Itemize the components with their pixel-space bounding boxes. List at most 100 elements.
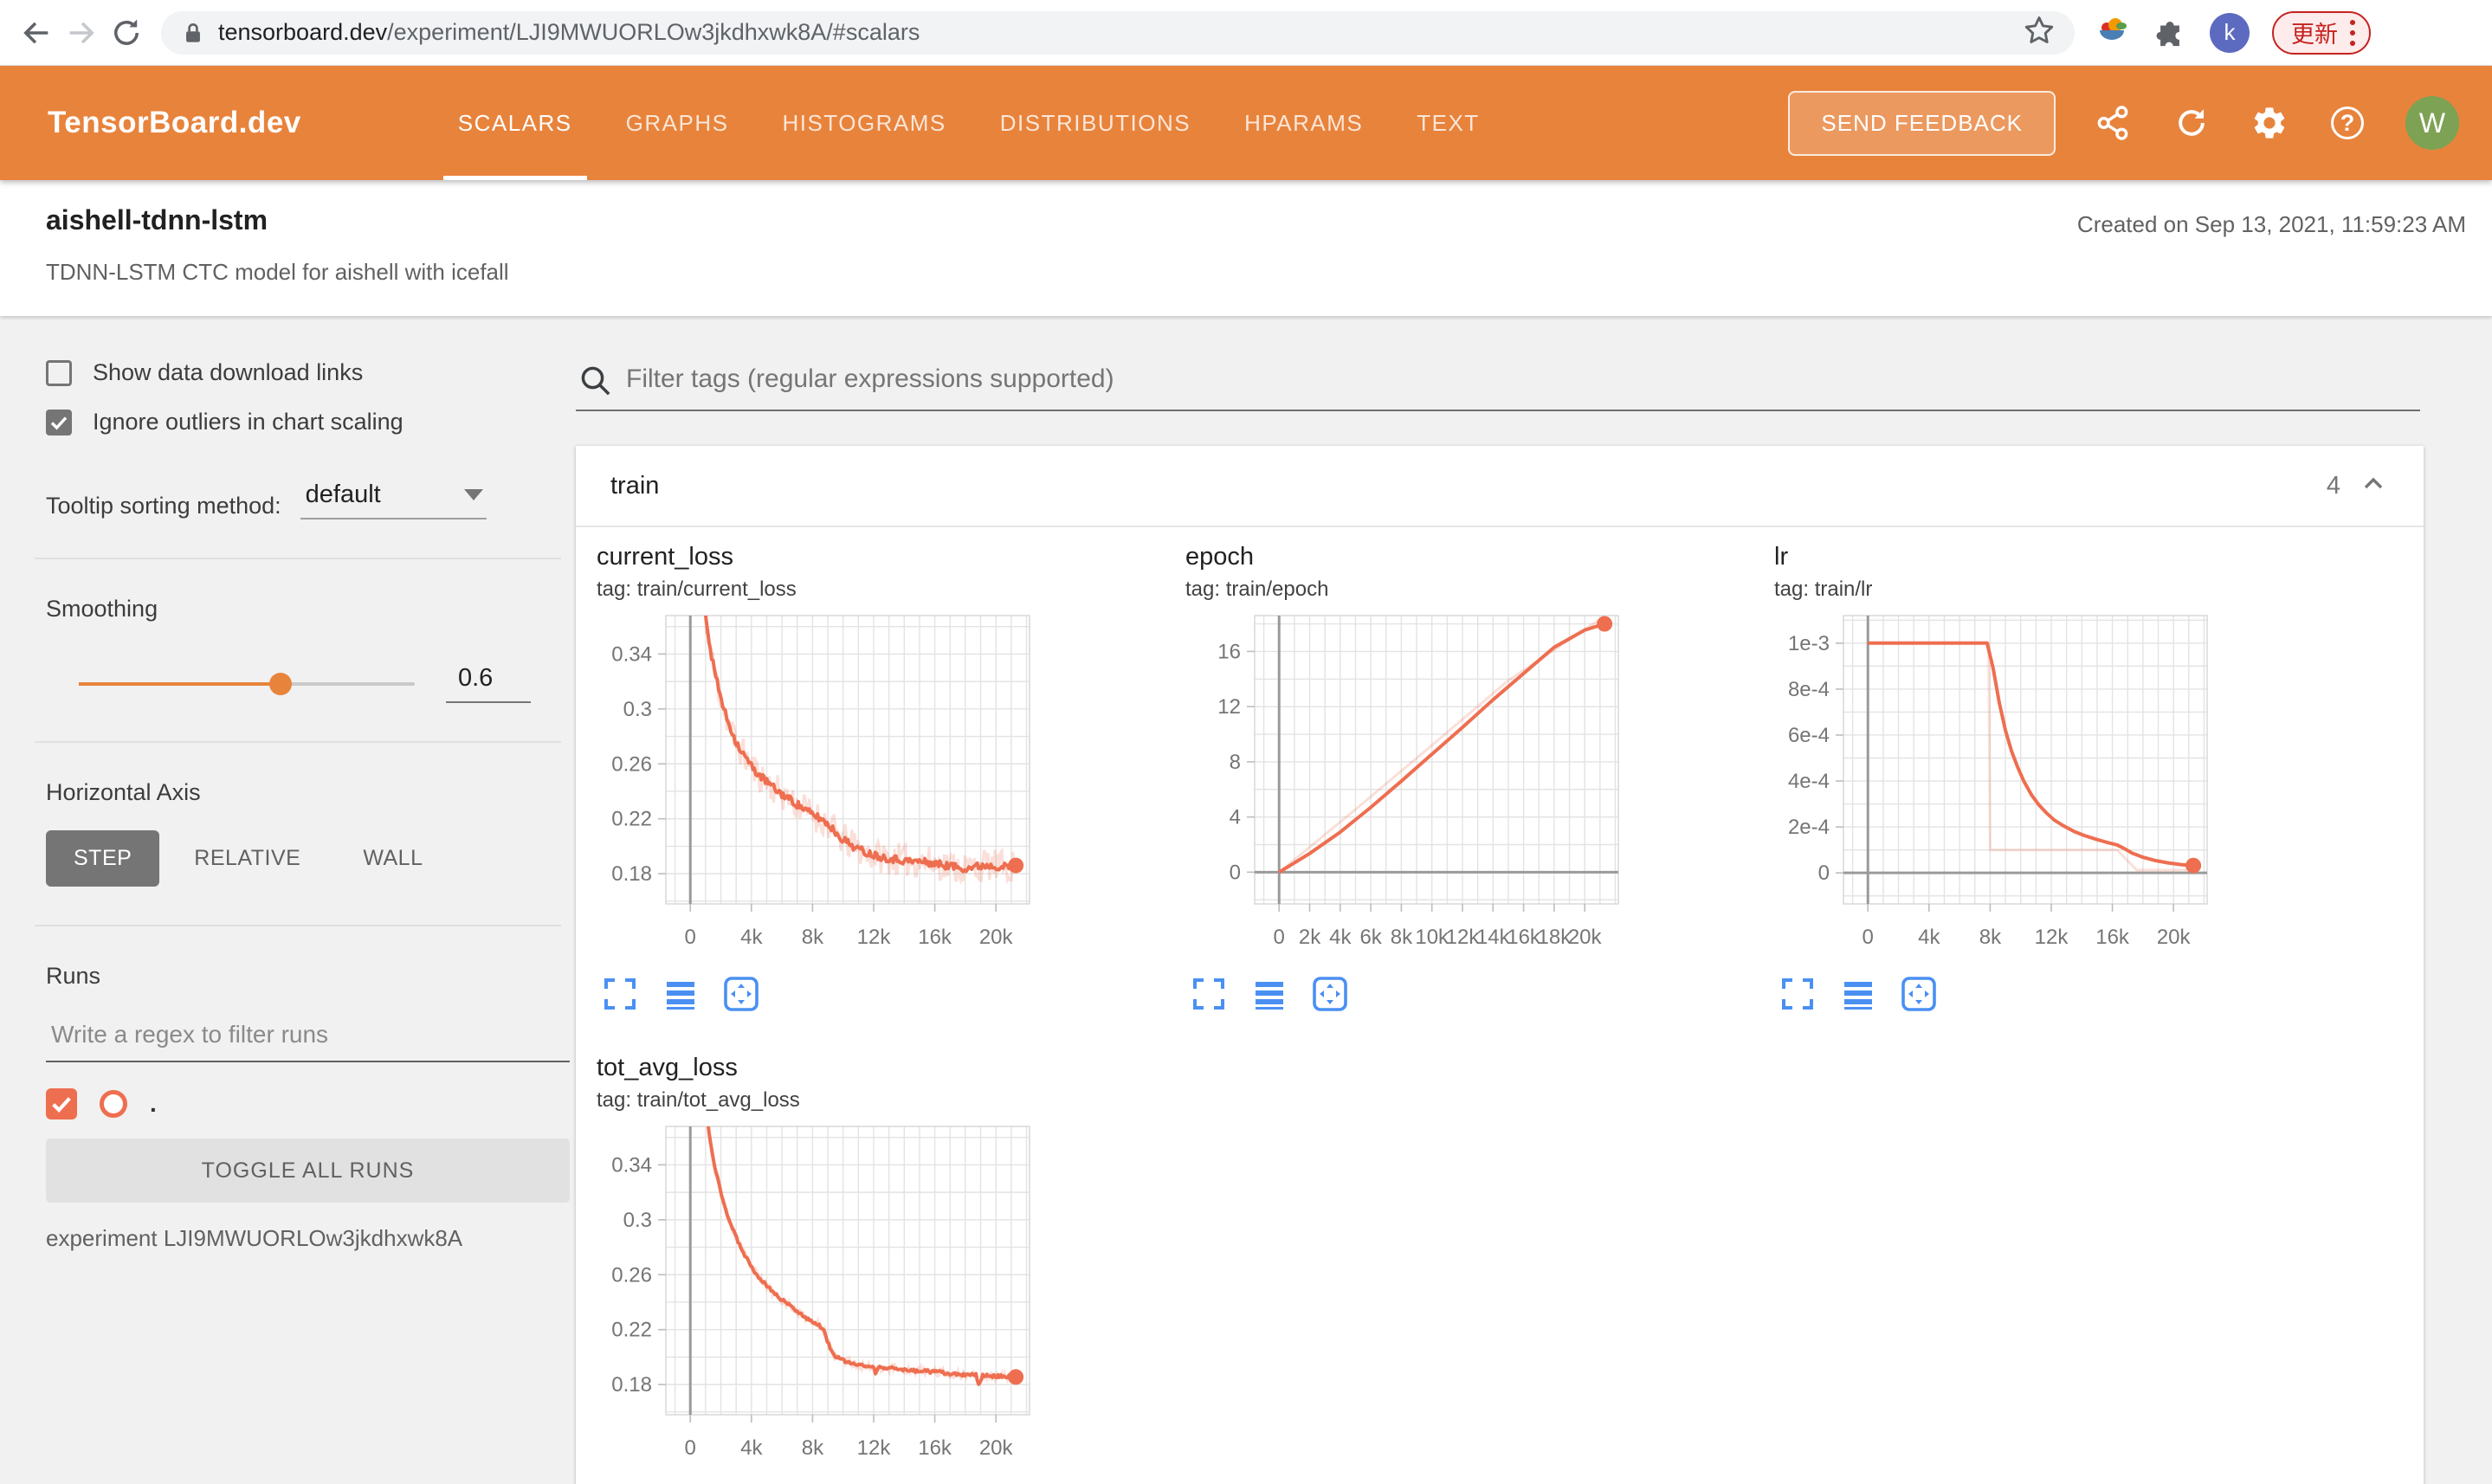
svg-text:16k: 16k <box>2095 926 2130 949</box>
tab-distributions[interactable]: DISTRIBUTIONS <box>973 66 1217 180</box>
chart-canvas[interactable]: 0 4 8 12 16 0 2k 4k 6k 8k 10k12k14k16k18k20k <box>1185 610 1670 967</box>
browser-menu-icon[interactable] <box>2350 19 2355 46</box>
tooltip-sorting-label: Tooltip sorting method: <box>46 493 281 519</box>
filter-tags-input[interactable] <box>576 358 2420 411</box>
runs-label: Runs <box>46 963 101 989</box>
show-download-links-checkbox[interactable] <box>46 359 72 386</box>
chart-epoch: epoch tag: train/epoch 0 4 8 12 16 0 2k 4k 6k 8k 1… <box>1185 543 1774 1014</box>
tab-graphs[interactable]: GRAPHS <box>599 66 756 180</box>
svg-text:0: 0 <box>1818 861 1830 885</box>
share-icon[interactable] <box>2094 103 2134 143</box>
run-color-swatch[interactable] <box>100 1090 127 1118</box>
axis-step-button[interactable]: STEP <box>46 830 160 887</box>
chart-canvas[interactable]: 0 2e-4 4e-4 6e-4 8e-4 1e-3 0 4k 8k 12k 16k 20k <box>1774 610 2259 967</box>
search-icon <box>578 363 614 403</box>
log-scale-icon[interactable] <box>661 974 700 1014</box>
expand-chart-icon[interactable] <box>1189 974 1229 1014</box>
tab-histograms[interactable]: HISTOGRAMS <box>755 66 972 180</box>
fit-domain-icon[interactable] <box>1310 974 1350 1014</box>
run-name: . <box>150 1090 157 1117</box>
toggle-all-runs-button[interactable]: TOGGLE ALL RUNS <box>46 1139 570 1203</box>
svg-text:16k: 16k <box>1507 926 1541 949</box>
expand-chart-icon[interactable] <box>1778 974 1817 1014</box>
log-scale-icon[interactable] <box>1838 974 1878 1014</box>
svg-text:8k: 8k <box>1979 926 2002 949</box>
fit-domain-icon[interactable] <box>721 974 761 1014</box>
axis-wall-button[interactable]: WALL <box>335 830 450 887</box>
svg-text:4k: 4k <box>740 1436 763 1460</box>
svg-text:6k: 6k <box>1359 926 1382 949</box>
svg-text:0.34: 0.34 <box>611 1153 652 1177</box>
scalars-main: train 4 current_loss tag: train/current_… <box>576 316 2492 1484</box>
fit-domain-icon[interactable] <box>1899 974 1939 1014</box>
chart-title: epoch <box>1185 543 1255 571</box>
chart-tag: tag: train/tot_avg_loss <box>597 1088 800 1112</box>
extension-bowl-icon[interactable] <box>2094 12 2130 53</box>
svg-text:0.3: 0.3 <box>623 1209 652 1232</box>
axis-relative-button[interactable]: RELATIVE <box>166 830 328 887</box>
train-group-header[interactable]: train 4 <box>576 446 2424 527</box>
svg-text:12k: 12k <box>857 926 892 949</box>
svg-text:8: 8 <box>1230 751 1241 774</box>
tab-hparams[interactable]: HPARAMS <box>1217 66 1390 180</box>
ignore-outliers-checkbox[interactable] <box>46 409 72 436</box>
svg-text:2k: 2k <box>1299 926 1321 949</box>
collapse-chevron-icon[interactable] <box>2358 468 2389 504</box>
chart-title: tot_avg_loss <box>597 1054 738 1081</box>
show-download-links-row[interactable]: Show data download links <box>46 359 531 386</box>
chart-canvas[interactable]: 0.18 0.22 0.26 0.3 0.34 0 4k 8k 12k 16k 20k <box>597 610 1081 967</box>
tab-bar: SCALARS GRAPHS HISTOGRAMS DISTRIBUTIONS … <box>431 66 1507 180</box>
app-logo[interactable]: TensorBoard.dev <box>48 106 301 140</box>
svg-text:12k: 12k <box>857 1436 892 1460</box>
browser-toolbar: tensorboard.dev/experiment/LJI9MWUORLOw3… <box>0 0 2492 66</box>
svg-text:14k: 14k <box>1476 926 1511 949</box>
refresh-icon[interactable] <box>2172 103 2211 143</box>
chart-title: lr <box>1774 543 1789 571</box>
chevron-down-icon <box>463 489 483 500</box>
tab-text[interactable]: TEXT <box>1390 66 1506 180</box>
svg-text:20k: 20k <box>979 1436 1014 1460</box>
svg-text:16k: 16k <box>918 926 952 949</box>
group-count-badge: 4 <box>2326 471 2340 500</box>
slider-thumb[interactable] <box>268 672 292 695</box>
forward-icon[interactable] <box>59 10 104 55</box>
ignore-outliers-row[interactable]: Ignore outliers in chart scaling <box>46 409 531 436</box>
help-icon[interactable]: ? <box>2327 103 2367 143</box>
run-checkbox[interactable] <box>46 1088 77 1119</box>
svg-text:0.3: 0.3 <box>623 698 652 721</box>
smoothing-value[interactable]: 0.6 <box>445 664 531 703</box>
send-feedback-button[interactable]: SEND FEEDBACK <box>1788 90 2056 156</box>
chart-tag: tag: train/lr <box>1774 577 1873 601</box>
app-header: TensorBoard.dev SCALARS GRAPHS HISTOGRAM… <box>0 66 2492 180</box>
smoothing-slider[interactable] <box>79 672 415 695</box>
chrome-update-button[interactable]: 更新 <box>2272 10 2371 55</box>
log-scale-icon[interactable] <box>1249 974 1289 1014</box>
chart-canvas[interactable]: 0.18 0.22 0.26 0.3 0.34 0 4k 8k 12k 16k 20k <box>597 1121 1081 1478</box>
svg-text:8k: 8k <box>1391 926 1413 949</box>
svg-text:0.18: 0.18 <box>611 1373 652 1397</box>
bookmark-star-icon[interactable] <box>2023 14 2056 51</box>
tooltip-sorting-select[interactable]: default <box>300 481 487 519</box>
tab-scalars[interactable]: SCALARS <box>431 66 599 180</box>
lock-icon <box>186 23 200 42</box>
reload-icon[interactable] <box>104 10 149 55</box>
back-icon[interactable] <box>14 10 59 55</box>
svg-text:1e-3: 1e-3 <box>1788 632 1830 655</box>
svg-text:0.26: 0.26 <box>611 752 652 776</box>
settings-gear-icon[interactable] <box>2250 103 2289 143</box>
expand-chart-icon[interactable] <box>600 974 640 1014</box>
experiment-id-line: experiment LJI9MWUORLOw3jkdhxwk8A <box>46 1225 463 1251</box>
runs-filter-input[interactable] <box>46 1016 570 1062</box>
svg-text:4: 4 <box>1230 806 1241 829</box>
run-row: . <box>46 1088 531 1119</box>
chart-title: current_loss <box>597 543 733 571</box>
svg-text:4e-4: 4e-4 <box>1788 770 1830 793</box>
user-avatar[interactable]: W <box>2405 96 2459 150</box>
charts-grid: current_loss tag: train/current_loss 0.1… <box>576 527 2424 1484</box>
address-bar[interactable]: tensorboard.dev/experiment/LJI9MWUORLOw3… <box>161 10 2075 55</box>
svg-text:0: 0 <box>1274 926 1285 949</box>
svg-text:4k: 4k <box>740 926 763 949</box>
browser-profile-avatar[interactable]: k <box>2210 12 2250 53</box>
extensions-puzzle-icon[interactable] <box>2153 13 2187 52</box>
experiment-created-date: Created on Sep 13, 2021, 11:59:23 AM <box>2076 211 2466 237</box>
